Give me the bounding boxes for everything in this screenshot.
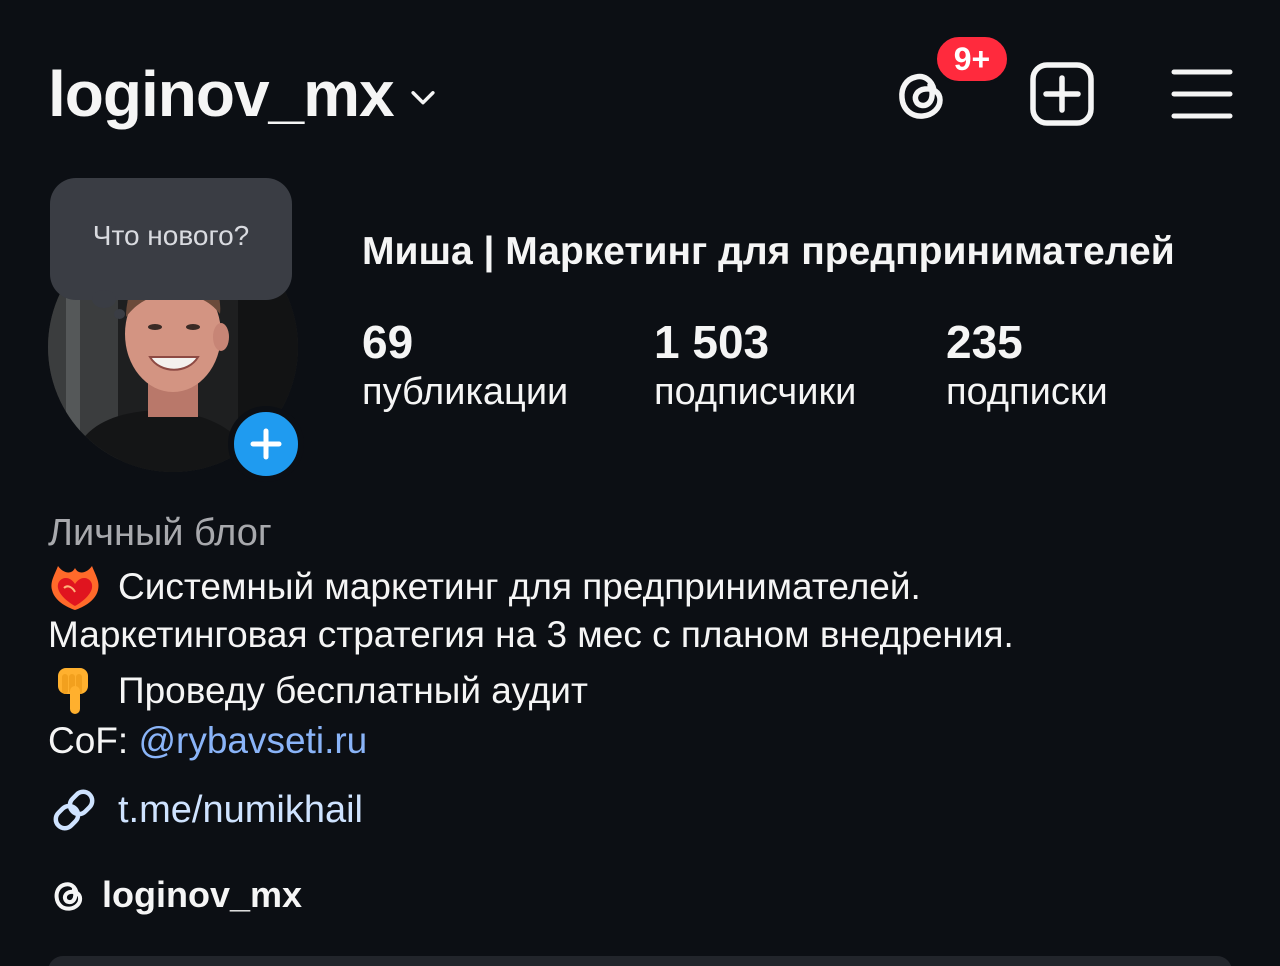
stat-posts-label: публикации <box>362 371 569 413</box>
stat-followers-label: подписчики <box>654 371 857 413</box>
external-link-text: t.me/numikhail <box>118 788 363 831</box>
threads-handle: loginov_mx <box>102 874 303 915</box>
bio-line: CoF: @rybavseti.ru <box>48 720 367 762</box>
threads-profile-link[interactable]: loginov_mx <box>48 874 302 916</box>
note-bubble-text: Что нового? <box>92 220 250 251</box>
threads-icon <box>54 882 83 911</box>
stat-posts-count: 69 <box>362 316 414 368</box>
stat-following-count: 235 <box>946 316 1023 368</box>
hamburger-menu-icon[interactable] <box>1168 64 1236 124</box>
notification-badge: 9+ <box>934 34 1010 84</box>
heart-on-fire-icon <box>51 566 99 610</box>
stat-following-label: подписки <box>946 371 1108 413</box>
bio-line: Маркетинговая стратегия на 3 мес с плано… <box>48 614 1014 656</box>
link-icon <box>53 789 95 831</box>
stat-followers-count: 1 503 <box>654 316 770 368</box>
bio-line: Системный маркетинг для предпринимателей… <box>48 562 921 612</box>
bio-text-prefix: CoF: <box>48 720 139 761</box>
profile-header: loginov_mx 9+ <box>0 0 1280 190</box>
note-bubble[interactable]: Что нового? <box>50 178 292 300</box>
plus-icon <box>250 428 282 460</box>
note-bubble-tail <box>92 290 116 308</box>
bottom-card-edge <box>48 956 1232 966</box>
account-switcher[interactable]: loginov_mx <box>48 52 440 136</box>
stat-followers[interactable]: 1 503 подписчики <box>654 314 856 416</box>
profile-full-name: Миша | Маркетинг для предпринимателей <box>362 230 1175 273</box>
bio-text-line-3: Проведу бесплатный аудит <box>118 670 588 711</box>
stat-posts[interactable]: 69 публикации <box>362 314 568 416</box>
bio-line: Проведу бесплатный аудит <box>48 666 588 716</box>
bio-text-line-2: Маркетинговая стратегия на 3 мес с плано… <box>48 614 1014 655</box>
bio-text-line-1: Системный маркетинг для предпринимателей… <box>118 566 921 607</box>
stat-following[interactable]: 235 подписки <box>946 314 1108 416</box>
profile-category: Личный блог <box>48 512 272 554</box>
chevron-down-icon <box>411 91 435 105</box>
add-story-button[interactable] <box>228 406 304 482</box>
pointing-down-hand-icon <box>58 668 88 714</box>
note-bubble-tail-small <box>114 309 125 319</box>
mention-link[interactable]: @rybavseti.ru <box>138 720 367 762</box>
external-link[interactable]: t.me/numikhail <box>48 784 363 836</box>
plus-square-icon[interactable] <box>1028 60 1096 128</box>
username-title: loginov_mx <box>48 58 395 130</box>
